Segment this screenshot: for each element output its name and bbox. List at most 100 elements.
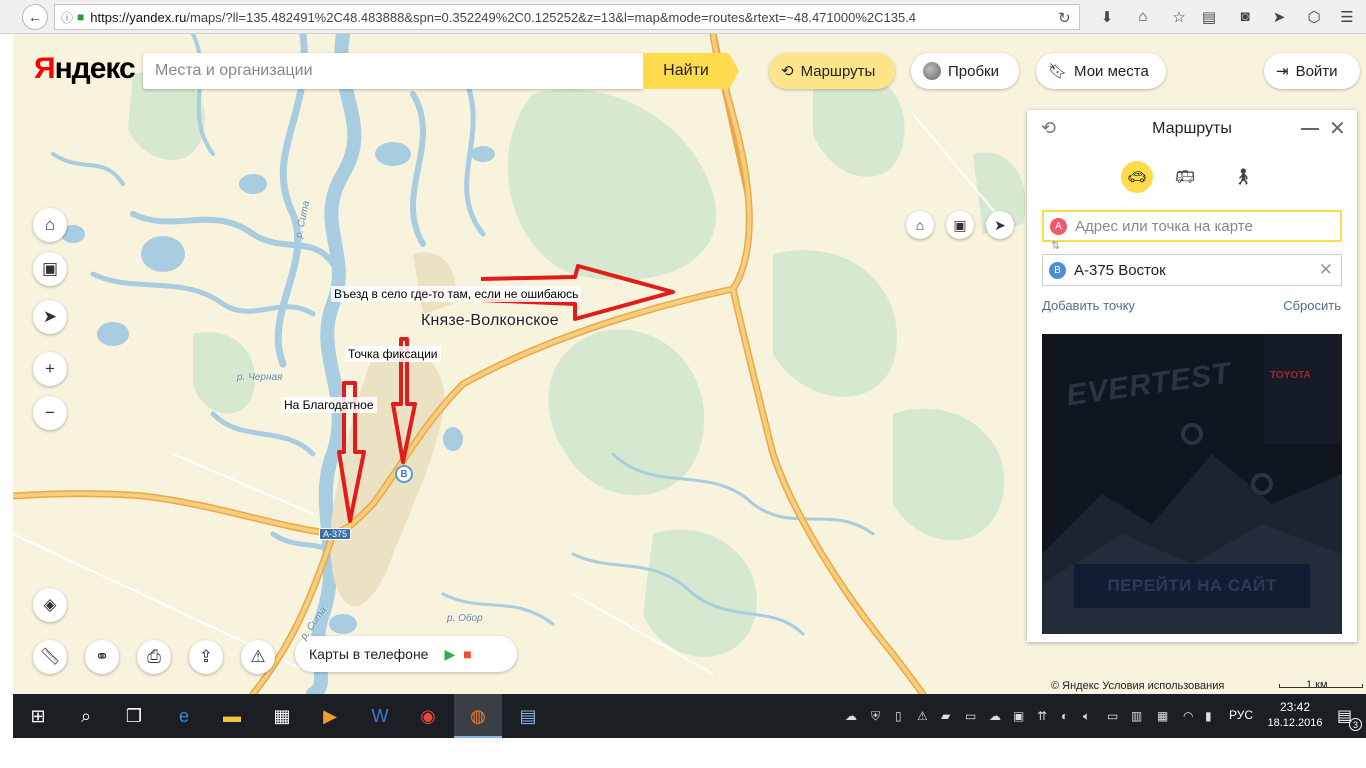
share-button[interactable]: ⇪ (189, 640, 223, 674)
my-places-button[interactable]: 🔖︎ Мои места (1036, 53, 1166, 89)
chrome-icon[interactable]: ◉ (415, 703, 441, 729)
car-icon: 🚗︎ (1127, 169, 1147, 186)
power-tray-icon[interactable]: ▭ (1107, 709, 1118, 723)
defender-tray-icon[interactable]: ⛨ (871, 709, 880, 724)
yandex-logo[interactable]: Яндекс (34, 52, 136, 86)
login-button[interactable]: ⇥ Войти (1264, 53, 1360, 89)
village-label: Князе-Волконское (421, 312, 559, 329)
route-from-input[interactable] (1073, 216, 1307, 236)
traffic-button[interactable]: Пробки (911, 53, 1019, 89)
reload-icon[interactable]: ↻ (1058, 9, 1071, 27)
close-icon[interactable]: ✕ (1329, 116, 1346, 141)
logo-first-letter: Я (34, 52, 56, 85)
clear-icon[interactable]: ✕ (1319, 260, 1333, 280)
back-button[interactable]: ← (22, 4, 48, 30)
clock-time[interactable]: 23:42 (1268, 700, 1322, 714)
ruler-button[interactable]: 📏︎ (33, 640, 67, 674)
layers-button[interactable]: ◈ (33, 588, 67, 622)
bookmark-star-icon[interactable]: ☆ (1170, 8, 1188, 26)
logo-rest: ндекс (54, 52, 136, 85)
mode-car-button[interactable]: 🚗︎ (1121, 161, 1153, 193)
volume-tray-icon[interactable]: 🔈︎ (1083, 709, 1090, 724)
route-to-field[interactable]: B ✕ (1042, 254, 1342, 286)
reader-icon[interactable]: ▤ (1200, 8, 1218, 26)
info-icon[interactable]: ⓘ (61, 9, 73, 26)
zoom-out-button[interactable]: − (33, 396, 67, 430)
extension-icon[interactable]: ⬡ (1305, 8, 1323, 26)
panorama-button[interactable]: ⚭ (85, 640, 119, 674)
routes-button[interactable]: ⟲ Маршруты (769, 53, 895, 89)
map-canvas[interactable]: Яндекс Найти ⟲ Маршруты Пробки 🔖︎ Мои мест… (13, 34, 1366, 694)
route-location-control[interactable]: ➤ (986, 211, 1014, 239)
task-view-icon[interactable]: ❐ (121, 703, 147, 729)
route-work-control[interactable]: ▣ (946, 211, 974, 239)
search-icon[interactable]: ⌕ (73, 703, 99, 729)
clock-date[interactable]: 18.12.2016 (1262, 717, 1328, 729)
route-icon: ⟲ (781, 63, 794, 80)
update-tray-icon[interactable]: ◐ (1061, 709, 1068, 723)
home-icon[interactable]: ⌂ (1134, 8, 1152, 25)
route-home-control[interactable]: ⌂ (906, 211, 934, 239)
address-bar[interactable]: ⓘ ■ https://yandex.ru/maps/?ll=135.48249… (54, 4, 1080, 30)
wifi-tray-icon[interactable]: ◠ (1183, 709, 1193, 723)
word-icon[interactable]: W (367, 703, 393, 729)
google-play-icon[interactable]: ▶ (444, 646, 455, 663)
alert-tray-icon[interactable]: ⚠ (917, 709, 928, 723)
home-icon: ⌂ (915, 217, 925, 233)
file-explorer-icon[interactable]: ▬ (219, 703, 245, 729)
route-to-input[interactable] (1072, 260, 1306, 280)
store-icon[interactable]: ▦ (269, 703, 295, 729)
zoom-in-button[interactable]: + (33, 352, 67, 386)
weather-tray-icon[interactable]: ☁ (845, 709, 857, 723)
battery-tray-icon[interactable]: ▮ (1205, 709, 1212, 723)
binoculars-icon: ⚭ (94, 647, 110, 666)
terms-link[interactable]: Условия использования (1102, 680, 1224, 692)
display-tray-icon[interactable]: ▭ (965, 709, 976, 723)
firefox-icon[interactable]: ◍ (465, 703, 491, 729)
mode-transit-button[interactable]: 🚌︎ (1175, 167, 1195, 187)
navigation-arrow-icon: ➤ (994, 216, 1006, 233)
device-tray-icon[interactable]: ▦ (1157, 709, 1168, 723)
download-icon[interactable]: ⬇ (1098, 8, 1116, 26)
mode-walk-button[interactable]: 🚶︎ (1233, 167, 1253, 187)
annotation-fixation-point: Точка фиксации (345, 346, 441, 362)
traffic-label: Пробки (948, 62, 999, 80)
network-drive-tray-icon[interactable]: ▰ (941, 709, 950, 723)
notepad-icon[interactable]: ▤ (515, 703, 541, 729)
menu-icon[interactable]: ☰ (1338, 8, 1356, 26)
app-tray-icon[interactable]: ▣ (1013, 709, 1024, 723)
print-button[interactable]: ⎙ (137, 640, 171, 674)
layers-icon: ◈ (43, 595, 57, 614)
home-control[interactable]: ⌂ (33, 208, 67, 242)
send-icon[interactable]: ➤ (1270, 8, 1288, 26)
cloud-tray-icon[interactable]: ☁ (989, 709, 1001, 723)
network-tray-icon[interactable]: ▥ (1131, 709, 1142, 723)
edge-icon[interactable]: e (171, 703, 197, 729)
reset-link[interactable]: Сбросить (1283, 298, 1341, 313)
work-control[interactable]: ▣ (33, 252, 67, 286)
swap-points-icon[interactable]: ⇅ (1051, 239, 1060, 252)
login-icon: ⇥ (1276, 63, 1289, 80)
usb-tray-icon[interactable]: ▯ (895, 709, 902, 723)
phone-promo[interactable]: Карты в телефоне ▶ ■ (295, 636, 517, 672)
lock-icon: ■ (77, 10, 85, 24)
windows-store-icon[interactable]: ■ (463, 646, 471, 662)
start-icon[interactable]: ⊞ (25, 703, 51, 729)
search-input[interactable] (143, 53, 647, 89)
minimize-icon[interactable] (1301, 128, 1319, 130)
route-marker-b[interactable]: B (395, 465, 413, 483)
ad-brand: TOYOTA (1270, 370, 1311, 381)
geolocation-control[interactable]: ➤ (33, 300, 67, 334)
report-error-button[interactable]: ⚠ (241, 640, 275, 674)
ad-banner[interactable]: EVERTEST TOYOTA ПЕРЕЙТИ НА САЙТ (1042, 334, 1342, 634)
add-point-link[interactable]: Добавить точку (1042, 298, 1135, 313)
minus-icon: − (45, 403, 55, 422)
search-box (143, 53, 647, 89)
ad-cta-button[interactable]: ПЕРЕЙТИ НА САЙТ (1074, 564, 1310, 608)
media-player-icon[interactable]: ▶ (317, 703, 343, 729)
pocket-icon[interactable]: ◙ (1236, 8, 1254, 25)
language-indicator[interactable]: РУС (1229, 708, 1253, 722)
search-button[interactable]: Найти (643, 53, 739, 89)
arrows-tray-icon[interactable]: ⇈ (1037, 709, 1047, 723)
route-from-field[interactable]: A (1042, 210, 1342, 242)
